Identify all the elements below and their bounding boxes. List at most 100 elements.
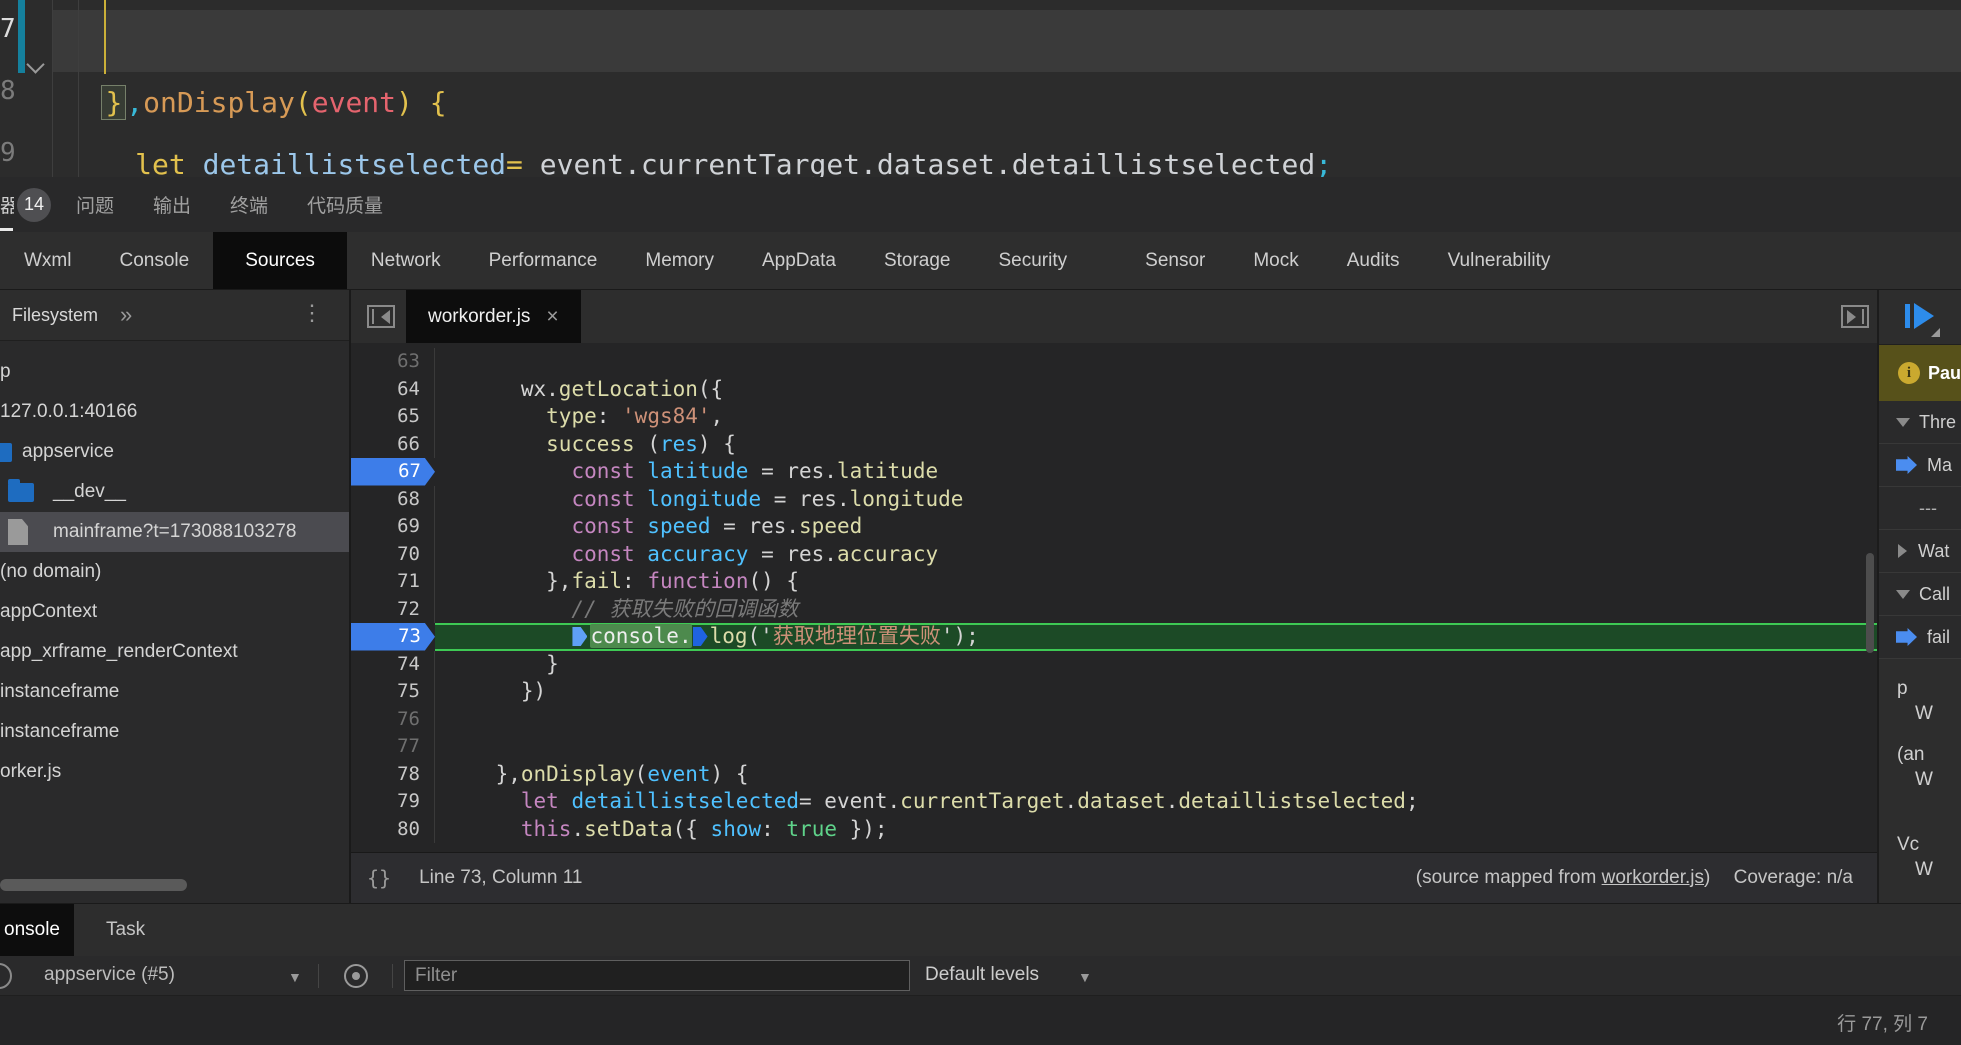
line-number[interactable]: 65	[351, 403, 435, 431]
vertical-scrollbar[interactable]	[1866, 553, 1874, 653]
line-number[interactable]: 73	[351, 623, 435, 651]
code-content[interactable]: // 获取失败的回调函数	[435, 596, 1877, 624]
devtools-tab-security[interactable]: Security	[975, 232, 1092, 289]
clear-console-icon[interactable]	[0, 963, 12, 989]
code-area[interactable]: 63 64 wx.getLocation({65 type: 'wgs84', 66…	[351, 343, 1877, 852]
line-number[interactable]: 75	[351, 678, 435, 706]
devtools-tab-storage[interactable]: Storage	[860, 232, 975, 289]
debugger-row-thre[interactable]: Thre	[1879, 401, 1961, 444]
code-content[interactable]: success (res) {	[435, 431, 1877, 459]
line-number[interactable]: 70	[351, 540, 435, 568]
devtools-tab-sources[interactable]: Sources	[213, 232, 347, 289]
tree-item[interactable]: orker.js	[0, 752, 349, 792]
line-number[interactable]: 8	[0, 76, 16, 106]
ide-tab-终端[interactable]: 终端	[216, 191, 282, 218]
code-content[interactable]	[435, 733, 1877, 761]
chevron-down-icon[interactable]: ▼	[1078, 969, 1092, 985]
devtools-tab-mock[interactable]: Mock	[1229, 232, 1322, 289]
more-panels-icon[interactable]: »	[120, 302, 132, 328]
line-number[interactable]: 63	[351, 348, 435, 376]
line-number[interactable]: 9	[0, 138, 16, 168]
line-number[interactable]: 74	[351, 650, 435, 678]
line-number[interactable]: 76	[351, 705, 435, 733]
context-selector[interactable]: appservice (#5)	[44, 964, 175, 986]
tree-item[interactable]: (no domain)	[0, 552, 349, 592]
debugger-row----[interactable]: ---	[1879, 487, 1961, 530]
pretty-print-icon[interactable]: {}	[367, 866, 391, 890]
line-number[interactable]: 67	[351, 458, 435, 486]
debugger-row-wat[interactable]: Wat	[1879, 530, 1961, 573]
console-tab-onsole[interactable]: onsole	[0, 904, 74, 956]
devtools-tab-vulnerability[interactable]: Vulnerability	[1424, 232, 1575, 289]
debugger-row-ma[interactable]: Ma	[1879, 444, 1961, 487]
tab-debugger-clipped[interactable]: 器	[0, 191, 14, 218]
ide-tab-问题[interactable]: 问题	[62, 191, 128, 218]
ide-tab-输出[interactable]: 输出	[139, 191, 205, 218]
code-content[interactable]: },fail: function() {	[435, 568, 1877, 596]
show-debugger-drawer-icon[interactable]	[1841, 305, 1869, 328]
code-content[interactable]: let detaillistselected= event.currentTar…	[435, 788, 1877, 816]
debugger-row-fail[interactable]: fail	[1879, 616, 1961, 659]
code-content[interactable]: }	[435, 651, 1877, 679]
line-number[interactable]: 68	[351, 485, 435, 513]
continue-to-here-icon[interactable]	[572, 627, 588, 646]
code-content[interactable]: const latitude = res.latitude	[435, 458, 1877, 486]
line-number[interactable]: 78	[351, 760, 435, 788]
log-levels-selector[interactable]: Default levels	[925, 964, 1039, 986]
devtools-tab-memory[interactable]: Memory	[621, 232, 738, 289]
tree-item[interactable]: instanceframe	[0, 712, 349, 752]
line-number[interactable]: 66	[351, 430, 435, 458]
resume-script-icon[interactable]	[1905, 303, 1941, 329]
tree-item[interactable]: 127.0.0.1:40166	[0, 392, 349, 432]
line-number[interactable]: 69	[351, 513, 435, 541]
call-stack-frame[interactable]: pW	[1879, 678, 1961, 725]
line-number[interactable]: 64	[351, 375, 435, 403]
code-content[interactable]: })	[435, 678, 1877, 706]
devtools-tab-audits[interactable]: Audits	[1323, 232, 1424, 289]
tree-item[interactable]: p	[0, 352, 349, 392]
tree-item[interactable]: mainframe?t=173088103278	[0, 512, 349, 552]
line-number[interactable]: 71	[351, 568, 435, 596]
line-number[interactable]: 72	[351, 595, 435, 623]
code-content[interactable]: this.setData({ show: true });	[435, 816, 1877, 844]
code-content[interactable]: type: 'wgs84',	[435, 403, 1877, 431]
code-content[interactable]: const longitude = res.longitude	[435, 486, 1877, 514]
devtools-tab-appdata[interactable]: AppData	[738, 232, 860, 289]
console-tab-task[interactable]: Task	[88, 904, 163, 956]
close-icon[interactable]: ×	[546, 305, 558, 329]
hide-navigator-icon[interactable]	[367, 305, 395, 328]
tree-item[interactable]: app_xrframe_renderContext	[0, 632, 349, 672]
tree-item[interactable]: appservice	[0, 432, 349, 472]
devtools-tab-sensor[interactable]: Sensor	[1121, 232, 1229, 289]
call-stack-frame[interactable]: (an W	[1879, 744, 1961, 791]
fold-chevron-icon[interactable]	[26, 55, 45, 74]
line-number[interactable]: 79	[351, 788, 435, 816]
code-content[interactable]: const accuracy = res.accuracy	[435, 541, 1877, 569]
debugger-row-call[interactable]: Call	[1879, 573, 1961, 616]
devtools-tab-wxml[interactable]: Wxml	[0, 232, 95, 289]
code-content[interactable]: wx.getLocation({	[435, 376, 1877, 404]
code-content[interactable]	[435, 706, 1877, 734]
filter-input[interactable]	[404, 960, 910, 991]
sidebar-title[interactable]: Filesystem	[12, 305, 98, 326]
horizontal-scrollbar[interactable]	[0, 879, 187, 891]
code-content[interactable]: },onDisplay(event) {	[435, 761, 1877, 789]
continue-to-here-icon[interactable]	[692, 627, 708, 646]
code-content[interactable]: console. log('获取地理位置失败');	[435, 623, 1877, 651]
code-content[interactable]: const speed = res.speed	[435, 513, 1877, 541]
line-number[interactable]: 77	[351, 733, 435, 761]
live-expression-icon[interactable]	[344, 964, 368, 988]
devtools-tab-console[interactable]: Console	[95, 232, 213, 289]
devtools-tab-network[interactable]: Network	[347, 232, 465, 289]
file-tab-workorder[interactable]: workorder.js ×	[406, 290, 581, 343]
line-number[interactable]: 80	[351, 815, 435, 843]
tree-item[interactable]: appContext	[0, 592, 349, 632]
devtools-tab-performance[interactable]: Performance	[465, 232, 622, 289]
kebab-menu-icon[interactable]: ⋮	[301, 300, 323, 326]
tree-item[interactable]: __dev__	[0, 472, 349, 512]
call-stack-frame[interactable]: Vc W	[1879, 834, 1961, 881]
tree-item[interactable]: instanceframe	[0, 672, 349, 712]
ide-tab-代码质量[interactable]: 代码质量	[293, 191, 397, 218]
chevron-down-icon[interactable]: ▼	[288, 969, 302, 985]
source-map-link[interactable]: workorder.js	[1602, 867, 1704, 888]
